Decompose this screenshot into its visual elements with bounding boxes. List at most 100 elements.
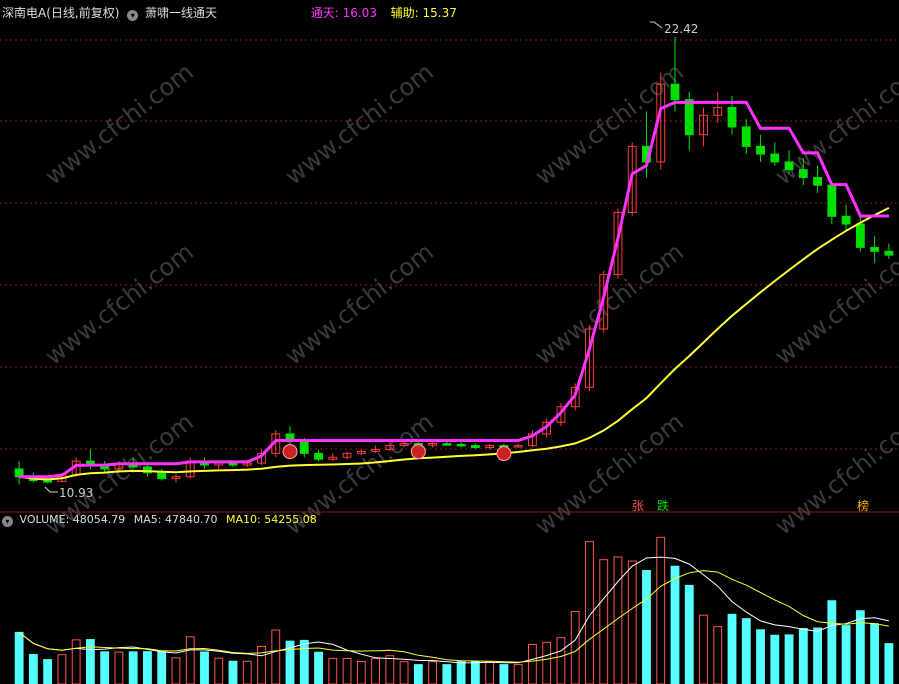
tongtian-label: 通天:	[310, 6, 339, 20]
watermark-text: www.cfchi.com	[280, 58, 439, 191]
candle-body	[470, 445, 480, 449]
high-price-label: 22.42	[664, 22, 698, 36]
candle-body	[884, 250, 894, 256]
volume-bar	[371, 658, 381, 684]
low-price-label: 10.93	[59, 486, 93, 500]
watermark-text: www.cfchi.com	[40, 58, 199, 191]
fuzhu-value: 15.37	[422, 6, 457, 20]
candle-body	[784, 161, 794, 171]
volume-bar	[413, 664, 423, 684]
candle-body	[670, 83, 680, 101]
ma5-value: 47840.70	[165, 513, 218, 526]
tongtian-value: 16.03	[342, 6, 377, 20]
volume-bar	[185, 636, 195, 684]
high-price-pointer	[650, 21, 663, 29]
volume-bar	[342, 657, 352, 684]
low-price-pointer	[44, 486, 58, 493]
candle-body	[442, 443, 452, 446]
volume-bar	[699, 614, 708, 684]
candle-body	[456, 443, 466, 447]
stock-chart[interactable]: www.cfchi.com www.cfchi.com www.cfchi.com w…	[0, 0, 899, 684]
volume-bar	[271, 629, 281, 684]
volume-bar	[214, 657, 224, 684]
volume-bar	[684, 584, 694, 684]
ma5-label: MA5:	[133, 513, 162, 526]
volume-bar	[627, 560, 637, 684]
volume-bar	[356, 661, 366, 684]
volume-bar	[399, 661, 409, 684]
candle-body	[855, 223, 865, 248]
ma10-value: 54255.08	[264, 513, 317, 526]
candle-body	[770, 153, 780, 163]
candle-body	[813, 176, 823, 186]
volume-bar	[656, 536, 666, 684]
fuzhu-label: 辅助:	[390, 6, 419, 20]
volume-bar	[670, 565, 680, 684]
signal-circle-icon	[410, 444, 426, 460]
indicator-toggle-icon[interactable]: ▾	[127, 10, 139, 21]
volume-bar	[100, 651, 110, 684]
volume-bar	[642, 570, 651, 684]
marker-die: 跌	[657, 498, 669, 513]
volume-label: VOLUME:	[19, 513, 70, 526]
volume-bar	[171, 657, 181, 684]
volume-bar	[527, 644, 537, 684]
volume-bar	[428, 661, 438, 684]
volume-bar	[114, 651, 124, 684]
volume-bar	[200, 651, 209, 684]
volume-bar	[299, 639, 309, 684]
volume-bar	[870, 623, 880, 684]
marker-zhang: 张	[632, 499, 644, 513]
volume-bar	[855, 610, 865, 684]
signal-circle-icon	[496, 446, 512, 462]
volume-bar	[85, 639, 95, 684]
volume-bar	[128, 651, 138, 684]
volume-pane-header: ▾ VOLUME: 48054.79 MA5: 47840.70 MA10: 5…	[2, 513, 317, 527]
volume-bar	[741, 618, 751, 684]
candle-body	[727, 106, 737, 128]
volume-bar	[314, 651, 323, 684]
volume-bar	[242, 660, 252, 684]
volume-toggle-icon[interactable]: ▾	[2, 516, 13, 527]
ma10-label: MA10:	[226, 513, 261, 526]
volume-bar	[798, 627, 808, 684]
volume-value: 48054.79	[72, 513, 126, 526]
volume-bar	[542, 641, 552, 684]
watermark-text: www.cfchi.com	[770, 408, 899, 541]
candle-body	[314, 452, 323, 460]
volume-bar	[43, 659, 53, 684]
volume-bar	[442, 664, 452, 684]
volume-bar	[827, 600, 837, 684]
volume-bar	[385, 655, 395, 684]
candle-body	[299, 441, 309, 454]
volume-bar	[456, 661, 466, 684]
volume-bar	[14, 631, 24, 684]
volume-bar	[884, 643, 894, 684]
indicator-name[interactable]: 萧啸一线通天	[145, 6, 217, 20]
volume-bar	[841, 625, 851, 684]
volume-bar	[470, 661, 480, 684]
candle-body	[684, 99, 694, 136]
price-pane-header: 深南电A(日线,前复权) ▾ 萧啸一线通天 通天: 16.03 辅助: 15.3…	[2, 4, 457, 21]
volume-bar	[57, 654, 67, 684]
candle-body	[43, 480, 53, 483]
watermark-text: www.cfchi.com	[530, 238, 689, 371]
volume-bar	[228, 660, 238, 684]
candle-body	[741, 126, 751, 147]
watermark-text: www.cfchi.com	[40, 238, 199, 371]
candle-body	[827, 184, 837, 217]
volume-bar	[756, 629, 765, 684]
watermarks: www.cfchi.com www.cfchi.com www.cfchi.com w…	[40, 58, 899, 541]
candle-body	[841, 215, 851, 225]
volume-bar	[499, 664, 509, 684]
volume-bar	[727, 613, 737, 684]
candle-body	[157, 472, 167, 480]
volume-bar	[28, 654, 38, 684]
marker-bang: 榜	[857, 498, 869, 513]
volume-bar	[71, 639, 81, 684]
volume-bar	[143, 651, 152, 684]
watermark-text: www.cfchi.com	[280, 238, 439, 371]
volume-bar	[770, 634, 780, 684]
watermark-text: www.cfchi.com	[770, 238, 899, 371]
volume-bar	[513, 664, 523, 684]
